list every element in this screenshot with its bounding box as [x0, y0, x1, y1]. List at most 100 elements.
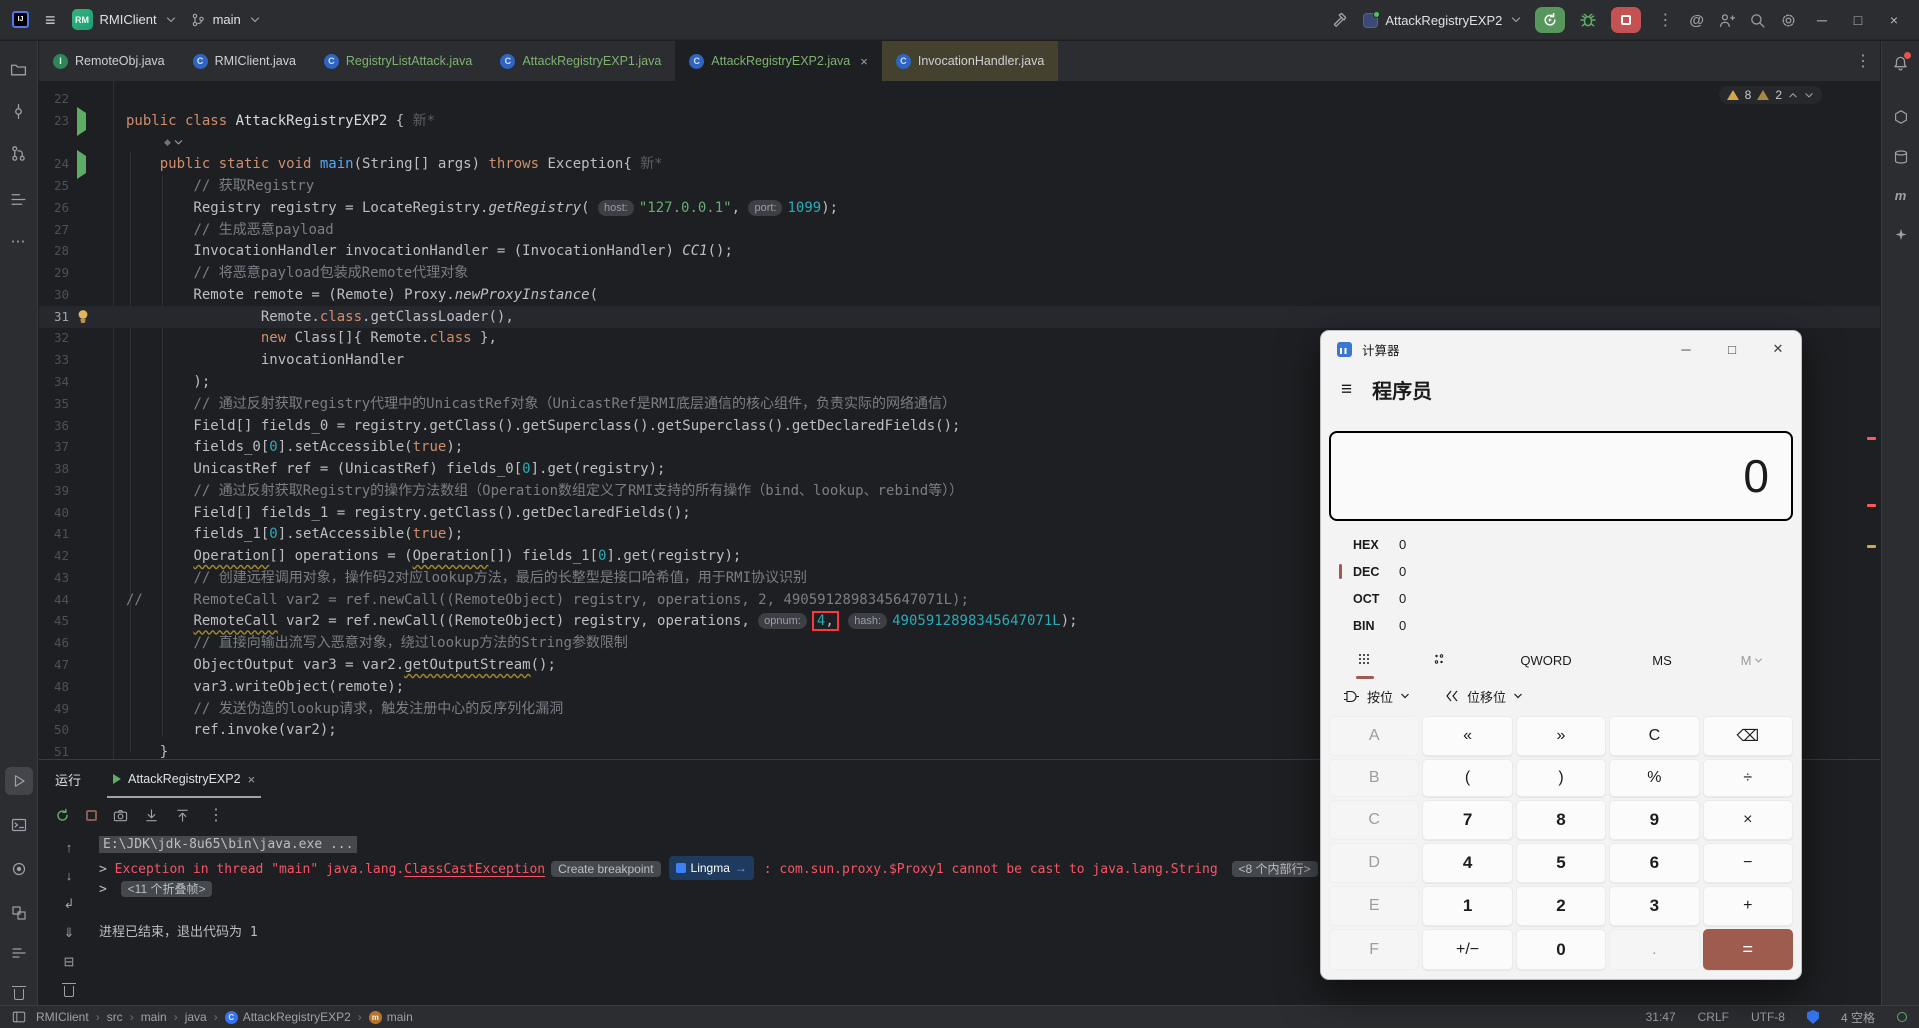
calc-key-4[interactable]: 4	[1422, 843, 1513, 883]
close-tab-icon[interactable]: ×	[860, 54, 868, 69]
full-keypad-toggle[interactable]	[1335, 643, 1395, 679]
console-chip[interactable]: Create breakpoint	[551, 861, 661, 877]
line-ending[interactable]: CRLF	[1698, 1010, 1729, 1024]
lingma-tool-button[interactable]	[1887, 221, 1915, 249]
calc-key-3[interactable]: 3	[1609, 886, 1700, 926]
calc-key-=[interactable]: =	[1702, 929, 1793, 970]
ai-assistant-icon[interactable]: @	[1689, 12, 1704, 29]
calc-key-÷[interactable]: ÷	[1702, 759, 1793, 797]
code-line[interactable]: 31 Remote.class.getClassLoader(),	[39, 305, 1880, 328]
up-stack-icon[interactable]: ↑	[66, 840, 73, 855]
tab-InvocationHandler.java[interactable]: C InvocationHandler.java	[881, 41, 1059, 81]
more-tool-windows-button[interactable]: ⋯	[5, 227, 33, 255]
calc-key-⌫[interactable]: ⌫	[1702, 716, 1793, 756]
minimize-button[interactable]: ─	[1811, 12, 1833, 28]
code-line[interactable]: 30 Remote remote = (Remote) Proxy.newPro…	[39, 284, 1880, 306]
tab-AttackRegistryEXP2.java[interactable]: C AttackRegistryEXP2.java ×	[675, 41, 882, 81]
error-stripe-mark[interactable]	[1867, 437, 1876, 440]
caret-position[interactable]: 31:47	[1646, 1010, 1676, 1024]
calc-key-7[interactable]: 7	[1422, 800, 1513, 840]
tool-window-widget-icon[interactable]	[12, 1010, 26, 1024]
code-line[interactable]: 26 Registry registry = LocateRegistry.ge…	[39, 197, 1880, 219]
calc-key-×[interactable]: ×	[1702, 800, 1793, 840]
search-icon[interactable]	[1749, 12, 1766, 29]
code-line[interactable]: 27 // 生成恶意payload	[39, 219, 1880, 241]
stop-button[interactable]	[1611, 7, 1642, 33]
settings-gear-icon[interactable]	[1780, 12, 1797, 29]
calc-key-5[interactable]: 5	[1515, 843, 1607, 883]
terminal-tool-button[interactable]	[5, 811, 33, 839]
soft-wrap-icon[interactable]: ↲	[64, 896, 75, 912]
rerun-button[interactable]	[1535, 7, 1566, 33]
memory-menu-button[interactable]: M	[1717, 643, 1787, 677]
main-menu-icon[interactable]: ≡	[43, 11, 58, 29]
project-tool-button[interactable]	[5, 55, 33, 83]
inspections-widget[interactable]: 8 2	[1718, 86, 1822, 104]
pull-requests-tool-button[interactable]	[5, 139, 33, 167]
calc-maximize-button[interactable]: □	[1709, 331, 1755, 367]
code-with-me-icon[interactable]	[1718, 12, 1735, 29]
ai-status-icon[interactable]	[1897, 1012, 1907, 1022]
notifications-button[interactable]	[1887, 49, 1915, 77]
radix-row-dec[interactable]: DEC 0	[1335, 558, 1787, 585]
more-actions-icon[interactable]: ⋮	[1655, 10, 1675, 30]
bit-toggle-keypad[interactable]	[1395, 643, 1485, 677]
database-tool-button[interactable]	[1887, 143, 1915, 171]
run-console-tab[interactable]: AttackRegistryEXP2 ×	[107, 760, 262, 798]
tab-RemoteObj.java[interactable]: I RemoteObj.java	[39, 41, 179, 81]
thread-dump-camera-icon[interactable]	[113, 808, 128, 823]
calc-key-2[interactable]: 2	[1515, 886, 1607, 926]
calc-key-−[interactable]: −	[1702, 843, 1793, 883]
bitwise-dropdown[interactable]: 按位	[1343, 687, 1410, 706]
calc-key-9[interactable]: 9	[1609, 800, 1700, 840]
tab-RMIClient.java[interactable]: C RMIClient.java	[179, 41, 310, 81]
word-size-button[interactable]: QWORD	[1485, 643, 1607, 677]
calc-key-«[interactable]: «	[1422, 716, 1513, 756]
scroll-up-icon[interactable]	[175, 808, 190, 823]
problems-tool-button[interactable]	[5, 899, 33, 927]
collapse-all-icon[interactable]: ⊟	[64, 954, 75, 970]
rerun-icon[interactable]	[55, 808, 70, 823]
services-tool-button[interactable]	[5, 855, 33, 883]
code-line[interactable]: 28 InvocationHandler invocationHandler =…	[39, 240, 1880, 262]
breadcrumb-item[interactable]: src	[107, 1010, 123, 1024]
tab-RegistryListAttack.java[interactable]: C RegistryListAttack.java	[310, 41, 486, 81]
code-line[interactable]: 22	[39, 88, 1880, 110]
close-button[interactable]: ×	[1883, 12, 1905, 28]
prev-issue-icon[interactable]	[1788, 91, 1798, 100]
console-chip[interactable]: <11 个折叠帧>	[120, 881, 213, 897]
file-encoding[interactable]: UTF-8	[1751, 1010, 1785, 1024]
bitshift-dropdown[interactable]: 位移位	[1444, 687, 1523, 706]
radix-row-hex[interactable]: HEX 0	[1335, 531, 1787, 558]
calc-key-8[interactable]: 8	[1515, 800, 1607, 840]
radix-row-oct[interactable]: OCT 0	[1335, 585, 1787, 612]
radix-row-bin[interactable]: BIN 0	[1335, 612, 1787, 639]
run-line-icon[interactable]	[77, 106, 86, 136]
calc-key-+/−[interactable]: +/−	[1422, 929, 1513, 970]
calc-key-0[interactable]: 0	[1515, 929, 1607, 970]
calc-menu-icon[interactable]: ≡	[1341, 379, 1352, 401]
debug-bug-icon[interactable]	[1579, 11, 1597, 29]
build-hammer-icon[interactable]	[1331, 11, 1349, 29]
code-line[interactable]: 24 public static void main(String[] args…	[39, 150, 1880, 180]
structure-tool-button[interactable]	[5, 185, 33, 213]
calc-key-+[interactable]: +	[1702, 886, 1793, 926]
code-line[interactable]: 23 public class AttackRegistryEXP2 { 新*	[39, 106, 1880, 136]
lingma-action-chip[interactable]: Lingma →	[668, 856, 754, 880]
stop-icon[interactable]	[86, 809, 97, 821]
breadcrumb-item[interactable]: main	[141, 1010, 167, 1024]
exception-link[interactable]: ClassCastException	[404, 862, 545, 877]
calc-key-([interactable]: (	[1422, 759, 1513, 797]
commit-tool-button[interactable]	[5, 97, 33, 125]
maven-tool-button[interactable]: m	[1887, 181, 1915, 209]
console-chip[interactable]: <8 个内部行>	[1231, 861, 1318, 877]
close-tab-icon[interactable]: ×	[248, 772, 256, 787]
breadcrumb-item[interactable]: RMIClient	[36, 1010, 89, 1024]
todo-tool-button[interactable]	[5, 939, 33, 967]
scroll-to-end-icon[interactable]: ⇓	[64, 925, 75, 941]
indent-setting[interactable]: 4 空格	[1841, 1009, 1875, 1026]
scroll-down-icon[interactable]	[144, 808, 159, 823]
tab-options-icon[interactable]: ⋮	[1853, 51, 1873, 71]
calc-key-)[interactable]: )	[1515, 759, 1607, 797]
branch-widget[interactable]: main	[190, 12, 260, 28]
